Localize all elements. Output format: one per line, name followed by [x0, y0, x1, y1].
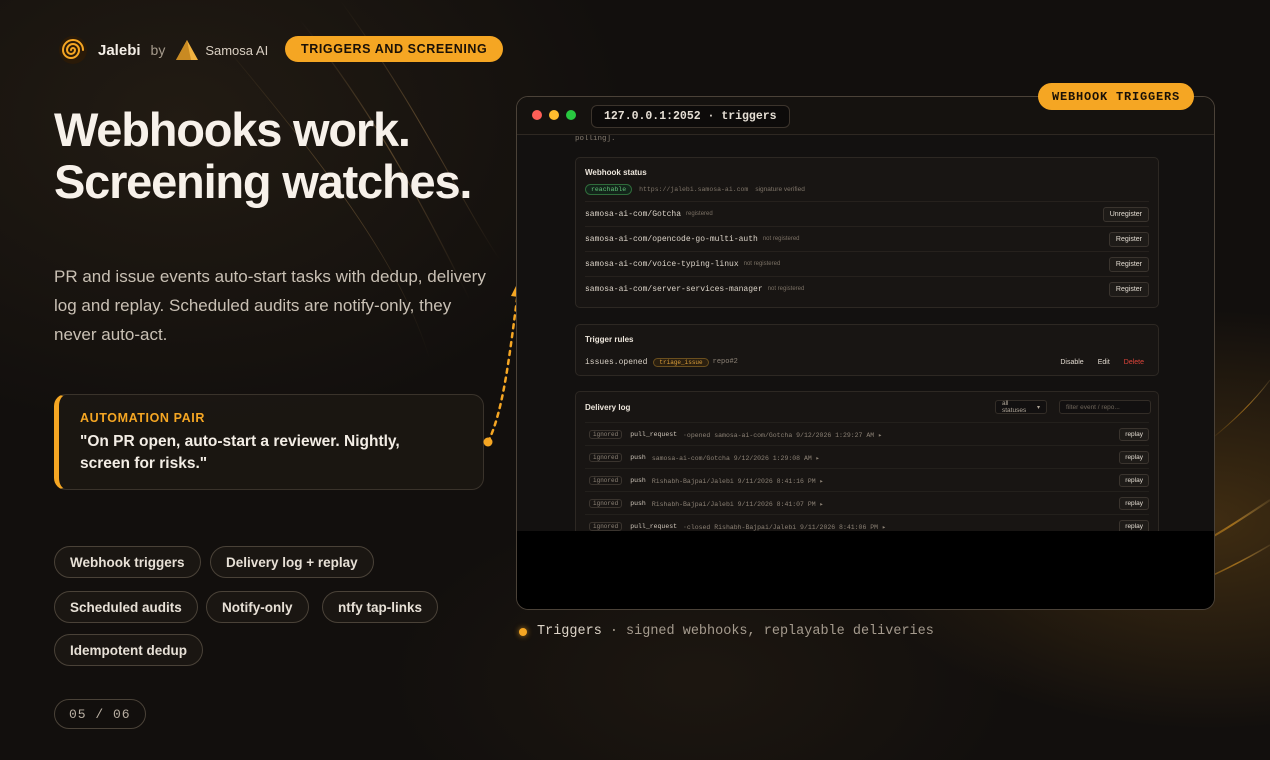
delivery-status: ignored: [589, 453, 623, 462]
delivery-row: ignored push samosa-ai-com/Gotcha 9/12/2…: [585, 445, 1149, 469]
replay-button[interactable]: replay: [1119, 497, 1149, 510]
chip-idempotent-dedup: Idempotent dedup: [54, 634, 203, 666]
register-button[interactable]: Register: [1108, 231, 1149, 247]
headline: Webhooks work. Screening watches.: [54, 103, 472, 208]
replay-button[interactable]: replay: [1119, 520, 1149, 531]
repo-row: samosa-ai-com/voice-typing-linux not reg…: [585, 251, 1149, 276]
delete-button[interactable]: Delete: [1119, 357, 1149, 368]
delivery-status: ignored: [589, 430, 623, 439]
webhook-status-title: Webhook status: [585, 168, 647, 177]
webhook-status-row: reachable https://jalebi.samosa-ai.com s…: [585, 184, 805, 195]
rule-event: issues.opened: [585, 357, 648, 367]
signature-status: signature verified: [755, 186, 805, 193]
chip-delivery-log: Delivery log + replay: [210, 546, 374, 578]
quote-label: AUTOMATION PAIR: [80, 411, 205, 425]
window-caption: Triggers · signed webhooks, replayable d…: [519, 624, 934, 639]
repo-status-note: registered: [686, 211, 713, 217]
chevron-down-icon: ▾: [1036, 404, 1040, 411]
caption-rest: · signed webhooks, replayable deliveries: [609, 624, 934, 639]
delivery-detail: ·opened samosa-ai-com/Gotcha 9/12/2026 1…: [683, 431, 882, 439]
delivery-status: ignored: [589, 476, 623, 485]
delivery-search-input[interactable]: filter event / repo...: [1059, 400, 1151, 414]
repo-name: samosa-ai-com/Gotcha: [585, 209, 682, 219]
rule-action-tag: triage_issue: [653, 357, 709, 367]
repo-status-note: not registered: [743, 261, 781, 267]
delivery-event: push: [630, 477, 646, 484]
browser-window: 127.0.0.1:2052 · triggers polling]. Webh…: [516, 96, 1215, 610]
webhook-endpoint: https://jalebi.samosa-ai.com: [639, 186, 749, 193]
status-filter-value: all statuses: [1002, 400, 1027, 414]
trigger-rule-row: issues.opened triage_issue repo#2 Disabl…: [585, 353, 1149, 371]
replay-button[interactable]: replay: [1119, 474, 1149, 487]
bullet-dot-icon: [519, 627, 527, 636]
headline-line-2: Screening watches.: [54, 155, 472, 208]
partner-name: Samosa AI: [205, 42, 269, 58]
chip-notify-only: Notify-only: [206, 591, 309, 623]
brand: Jalebi by Samosa AI: [58, 35, 268, 65]
headline-line-1: Webhooks work.: [54, 103, 411, 156]
delivery-row: ignored push Rishabh-Bajpai/Jalebi 9/11/…: [585, 491, 1149, 515]
edit-button[interactable]: Edit: [1093, 357, 1115, 368]
repo-row: samosa-ai-com/Gotcha registered Unregist…: [585, 201, 1149, 226]
brand-by-label: by: [150, 42, 166, 58]
delivery-row: ignored pull_request ·opened samosa-ai-c…: [585, 422, 1149, 446]
url-bar[interactable]: 127.0.0.1:2052 · triggers: [591, 105, 790, 128]
caption-strong: Triggers: [537, 624, 602, 639]
reachable-badge: reachable: [585, 184, 633, 195]
status-filter-select[interactable]: all statuses ▾: [995, 400, 1047, 414]
delivery-log-title: Delivery log: [585, 403, 631, 412]
repo-name: samosa-ai-com/opencode-go-multi-auth: [585, 234, 758, 244]
delivery-detail: Rishabh-Bajpai/Jalebi 9/11/2026 8:41:16 …: [651, 477, 824, 485]
delivery-event: pull_request: [630, 523, 678, 530]
quote-text: "On PR open, auto-start a reviewer. Nigh…: [80, 433, 400, 472]
jalebi-spiral-icon: [59, 36, 87, 64]
trigger-rules-panel: Trigger rules issues.opened triage_issue…: [575, 324, 1159, 376]
polling-text: polling].: [575, 135, 616, 143]
brand-name: Jalebi: [98, 41, 141, 59]
delivery-detail: samosa-ai-com/Gotcha 9/12/2026 1:29:08 A…: [651, 454, 820, 462]
repo-row: samosa-ai-com/opencode-go-multi-auth not…: [585, 226, 1149, 251]
description: PR and issue events auto-start tasks wit…: [54, 267, 486, 344]
register-button[interactable]: Register: [1108, 256, 1149, 272]
register-button[interactable]: Register: [1108, 281, 1149, 297]
delivery-detail: Rishabh-Bajpai/Jalebi 9/11/2026 8:41:07 …: [651, 500, 824, 508]
webhook-status-panel: Webhook status reachable https://jalebi.…: [575, 157, 1159, 308]
samosa-triangle-icon: [176, 40, 199, 60]
trigger-rules-title: Trigger rules: [585, 335, 634, 344]
delivery-row: ignored push Rishabh-Bajpai/Jalebi 9/11/…: [585, 468, 1149, 492]
window-content: polling]. Webhook status reachable https…: [517, 135, 1214, 531]
disable-button[interactable]: Disable: [1055, 357, 1088, 368]
unregister-button[interactable]: Unregister: [1102, 206, 1149, 222]
delivery-status: ignored: [589, 499, 623, 508]
rule-actions: Disable Edit Delete: [1055, 353, 1149, 371]
repo-status-note: not registered: [762, 236, 800, 242]
rule-target: repo#2: [712, 358, 738, 366]
slide-counter: 05 / 06: [54, 699, 146, 729]
repo-name: samosa-ai-com/voice-typing-linux: [585, 259, 739, 269]
window-empty-area: [517, 531, 1214, 609]
delivery-event: push: [630, 454, 646, 461]
chip-webhook-triggers: Webhook triggers: [54, 546, 201, 578]
automation-pair-card: AUTOMATION PAIR "On PR open, auto-start …: [54, 394, 484, 490]
delivery-detail: ·closed Rishabh-Bajpai/Jalebi 9/11/2026 …: [683, 523, 886, 531]
repo-name: samosa-ai-com/server-services-manager: [585, 284, 763, 294]
window-close-dot-icon[interactable]: [532, 110, 542, 120]
delivery-status: ignored: [589, 522, 623, 531]
delivery-event: push: [630, 500, 646, 507]
repo-row: samosa-ai-com/server-services-manager no…: [585, 276, 1149, 301]
section-tag: TRIGGERS AND SCREENING: [285, 36, 504, 62]
delivery-row: ignored pull_request ·closed Rishabh-Baj…: [585, 514, 1149, 531]
replay-button[interactable]: replay: [1119, 451, 1149, 464]
window-badge: WEBHOOK TRIGGERS: [1038, 83, 1195, 110]
repo-status-note: not registered: [767, 286, 805, 292]
window-minimize-dot-icon[interactable]: [549, 110, 559, 120]
window-maximize-dot-icon[interactable]: [566, 110, 576, 120]
chip-ntfy-tap-links: ntfy tap-links: [322, 591, 439, 623]
delivery-log-panel: Delivery log all statuses ▾ filter event…: [575, 391, 1159, 531]
chip-scheduled-audits: Scheduled audits: [54, 591, 198, 623]
replay-button[interactable]: replay: [1119, 428, 1149, 441]
delivery-event: pull_request: [630, 431, 678, 438]
partner-brand: Samosa AI: [175, 39, 268, 61]
